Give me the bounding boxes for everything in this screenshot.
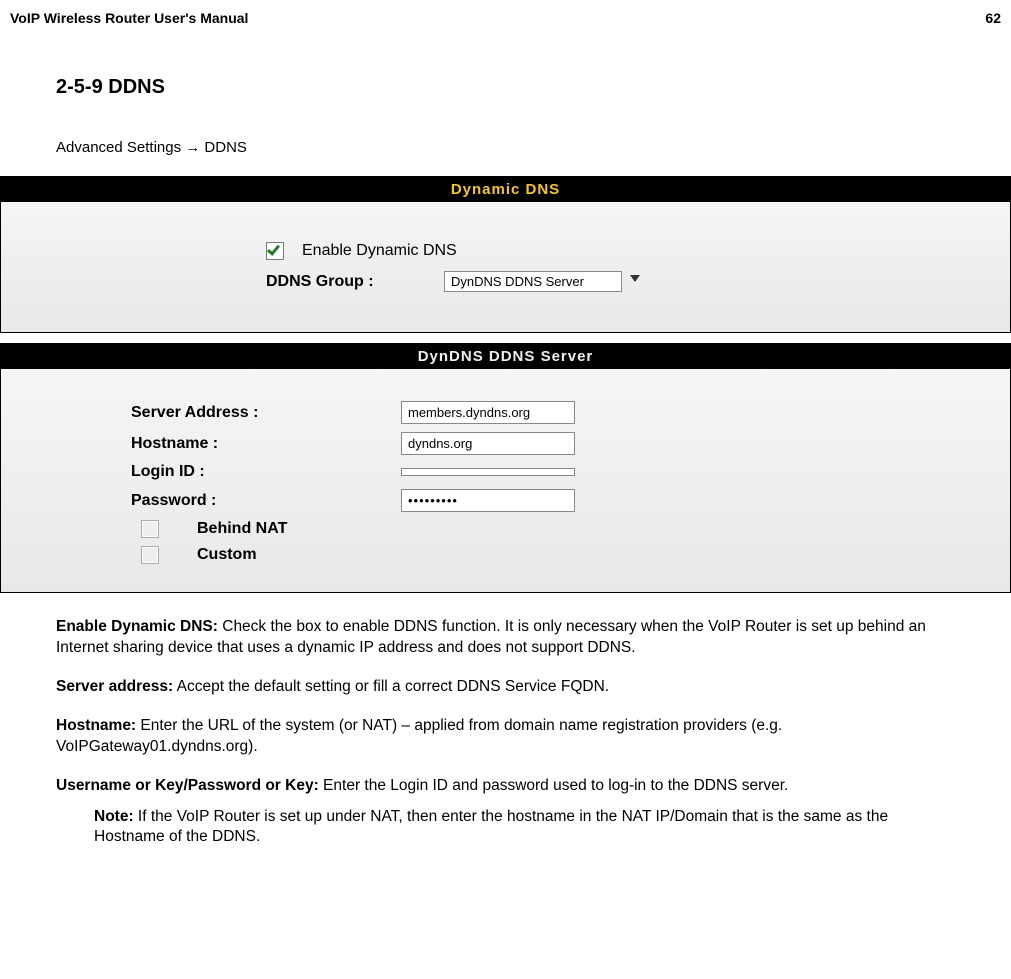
desc-server-address: Server address: Accept the default setti… — [56, 677, 955, 698]
description-text: Enable Dynamic DNS: Check the box to ena… — [56, 617, 955, 848]
server-address-input[interactable]: members.dyndns.org — [401, 401, 575, 424]
enable-ddns-label: Enable Dynamic DNS — [302, 242, 457, 260]
ddns-group-select[interactable]: DynDNS DDNS Server — [444, 271, 622, 292]
desc-enable-ddns-bold: Enable Dynamic DNS: — [56, 618, 218, 635]
behind-nat-label: Behind NAT — [197, 520, 287, 538]
page-number: 62 — [985, 10, 1001, 26]
breadcrumb: Advanced Settings → DDNS — [56, 139, 1011, 156]
desc-hostname-bold: Hostname: — [56, 717, 136, 734]
dropdown-arrow-icon — [630, 275, 640, 282]
custom-checkbox[interactable] — [141, 546, 159, 564]
section-title: 2-5-9 DDNS — [56, 76, 1011, 99]
desc-hostname: Hostname: Enter the URL of the system (o… — [56, 716, 955, 758]
desc-server-address-bold: Server address: — [56, 678, 173, 695]
desc-hostname-text: Enter the URL of the system (or NAT) – a… — [56, 717, 782, 755]
desc-username: Username or Key/Password or Key: Enter t… — [56, 776, 955, 797]
hostname-label: Hostname : — [131, 435, 401, 453]
dyndns-server-panel: DynDNS DDNS Server Server Address : memb… — [0, 343, 1011, 593]
desc-server-address-text: Accept the default setting or fill a cor… — [173, 678, 609, 695]
desc-note: Note: If the VoIP Router is set up under… — [94, 807, 955, 849]
desc-note-text: If the VoIP Router is set up under NAT, … — [94, 808, 888, 846]
manual-title: VoIP Wireless Router User's Manual — [10, 10, 248, 26]
dynamic-dns-panel: Dynamic DNS Enable Dynamic DNS DDNS Grou… — [0, 176, 1011, 333]
login-id-input[interactable] — [401, 468, 575, 476]
login-id-label: Login ID : — [131, 463, 401, 481]
dynamic-dns-panel-title: Dynamic DNS — [1, 177, 1010, 202]
server-address-label: Server Address : — [131, 404, 401, 422]
password-label: Password : — [131, 492, 401, 510]
desc-username-text: Enter the Login ID and password used to … — [319, 777, 789, 794]
page-header: VoIP Wireless Router User's Manual 62 — [0, 10, 1011, 26]
desc-username-bold: Username or Key/Password or Key: — [56, 777, 319, 794]
ddns-group-label: DDNS Group : — [266, 273, 444, 291]
enable-ddns-checkbox[interactable] — [266, 242, 284, 260]
desc-note-bold: Note: — [94, 808, 134, 825]
hostname-input[interactable]: dyndns.org — [401, 432, 575, 455]
behind-nat-checkbox[interactable] — [141, 520, 159, 538]
password-input[interactable]: ••••••••• — [401, 489, 575, 512]
desc-enable-ddns: Enable Dynamic DNS: Check the box to ena… — [56, 617, 955, 659]
custom-label: Custom — [197, 546, 257, 564]
dyndns-server-panel-title: DynDNS DDNS Server — [1, 344, 1010, 369]
